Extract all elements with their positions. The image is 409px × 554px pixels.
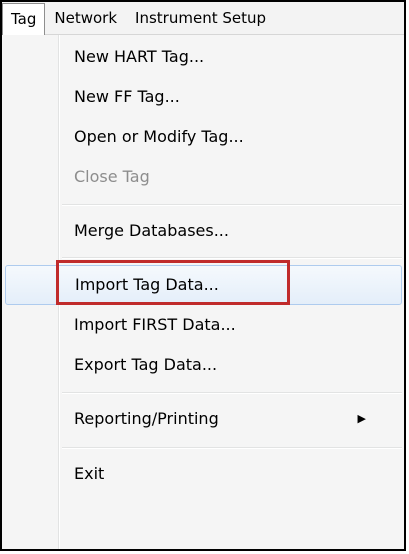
menu-item-new-hart-tag[interactable]: New HART Tag...	[2, 37, 404, 77]
app-window-crop: Tag Network Instrument Setup New HART Ta…	[0, 0, 406, 551]
menu-item-new-ff-tag[interactable]: New FF Tag...	[2, 77, 404, 117]
menu-separator	[62, 447, 402, 449]
menu-item-exit[interactable]: Exit	[2, 454, 404, 494]
menu-bar: Tag Network Instrument Setup	[2, 2, 404, 36]
menu-item-reporting-printing-label: Reporting/Printing	[74, 409, 219, 428]
menu-item-reporting-printing[interactable]: Reporting/Printing ▶	[2, 399, 404, 439]
menubar-item-tag[interactable]: Tag	[2, 2, 46, 36]
chevron-right-icon: ▶	[357, 412, 366, 425]
menu-separator	[62, 392, 402, 394]
menu-item-close-tag: Close Tag	[74, 167, 150, 186]
menu-item-export-tag-data[interactable]: Export Tag Data...	[2, 345, 404, 385]
menubar-item-network[interactable]: Network	[45, 2, 126, 34]
menu-item-merge-databases[interactable]: Merge Databases...	[2, 211, 404, 251]
menu-separator	[62, 257, 402, 259]
menu-item-import-tag-data[interactable]: Import Tag Data...	[5, 265, 402, 305]
menu-item-import-first-data[interactable]: Import FIRST Data...	[2, 305, 404, 345]
tag-dropdown-menu: New HART Tag... New FF Tag... Open or Mo…	[2, 35, 404, 549]
menu-item-open-modify-tag[interactable]: Open or Modify Tag...	[2, 117, 404, 157]
menu-separator	[62, 204, 402, 206]
menubar-item-instrument-setup[interactable]: Instrument Setup	[126, 2, 275, 34]
